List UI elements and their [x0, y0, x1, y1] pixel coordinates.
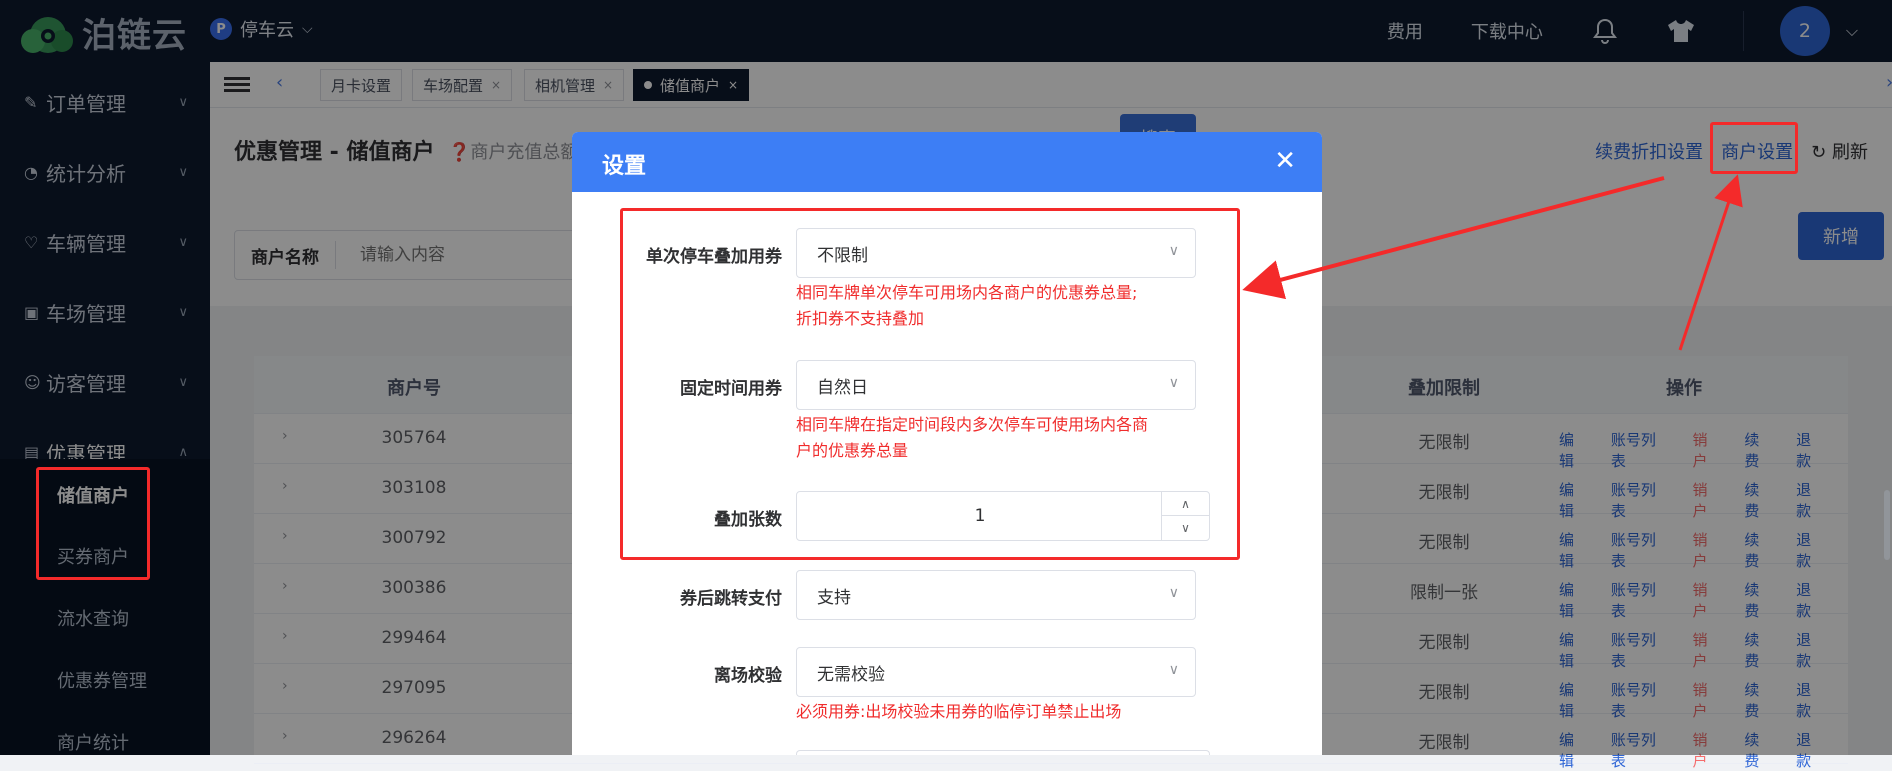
scrollbar[interactable]	[1884, 490, 1890, 560]
annotation-arrows	[1242, 174, 1743, 351]
arrow-to-dialog	[1242, 176, 1665, 300]
arrow-to-merchant-settings	[1678, 174, 1743, 351]
